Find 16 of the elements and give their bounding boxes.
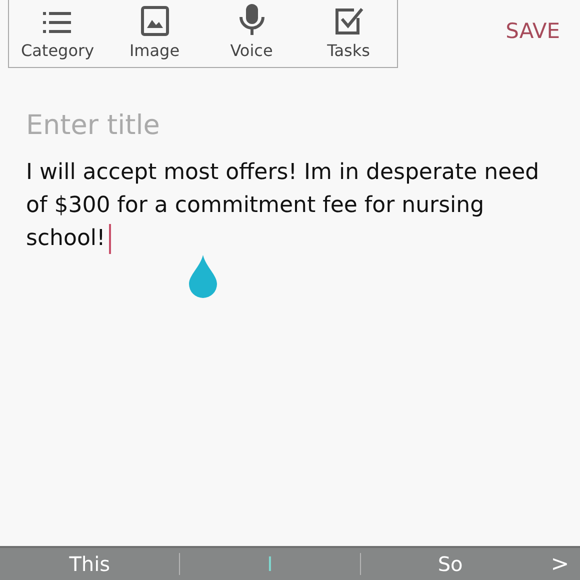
checkbox-icon bbox=[334, 6, 364, 36]
image-icon bbox=[140, 6, 168, 36]
list-icon bbox=[42, 10, 72, 36]
toolbar-button[interactable]: Image bbox=[106, 6, 203, 63]
toolbar-button[interactable]: Category bbox=[9, 10, 106, 63]
microphone-icon bbox=[238, 4, 264, 36]
note-text: I will accept most offers! Im in desperate need of $300 for a commitment fee for nursing school! bbox=[26, 156, 546, 255]
suggestion-item[interactable]: This bbox=[0, 549, 180, 579]
more-suggestions-button[interactable]: > bbox=[540, 548, 580, 580]
text-cursor bbox=[109, 224, 112, 254]
save-button[interactable]: SAVE bbox=[506, 16, 560, 48]
cursor-handle-icon[interactable] bbox=[188, 255, 218, 299]
suggestion-item[interactable]: So bbox=[360, 549, 540, 579]
toolbar-button[interactable]: Voice bbox=[203, 4, 300, 63]
title-field[interactable]: Enter title bbox=[26, 106, 554, 146]
toolbar-button[interactable]: Tasks bbox=[300, 6, 397, 63]
